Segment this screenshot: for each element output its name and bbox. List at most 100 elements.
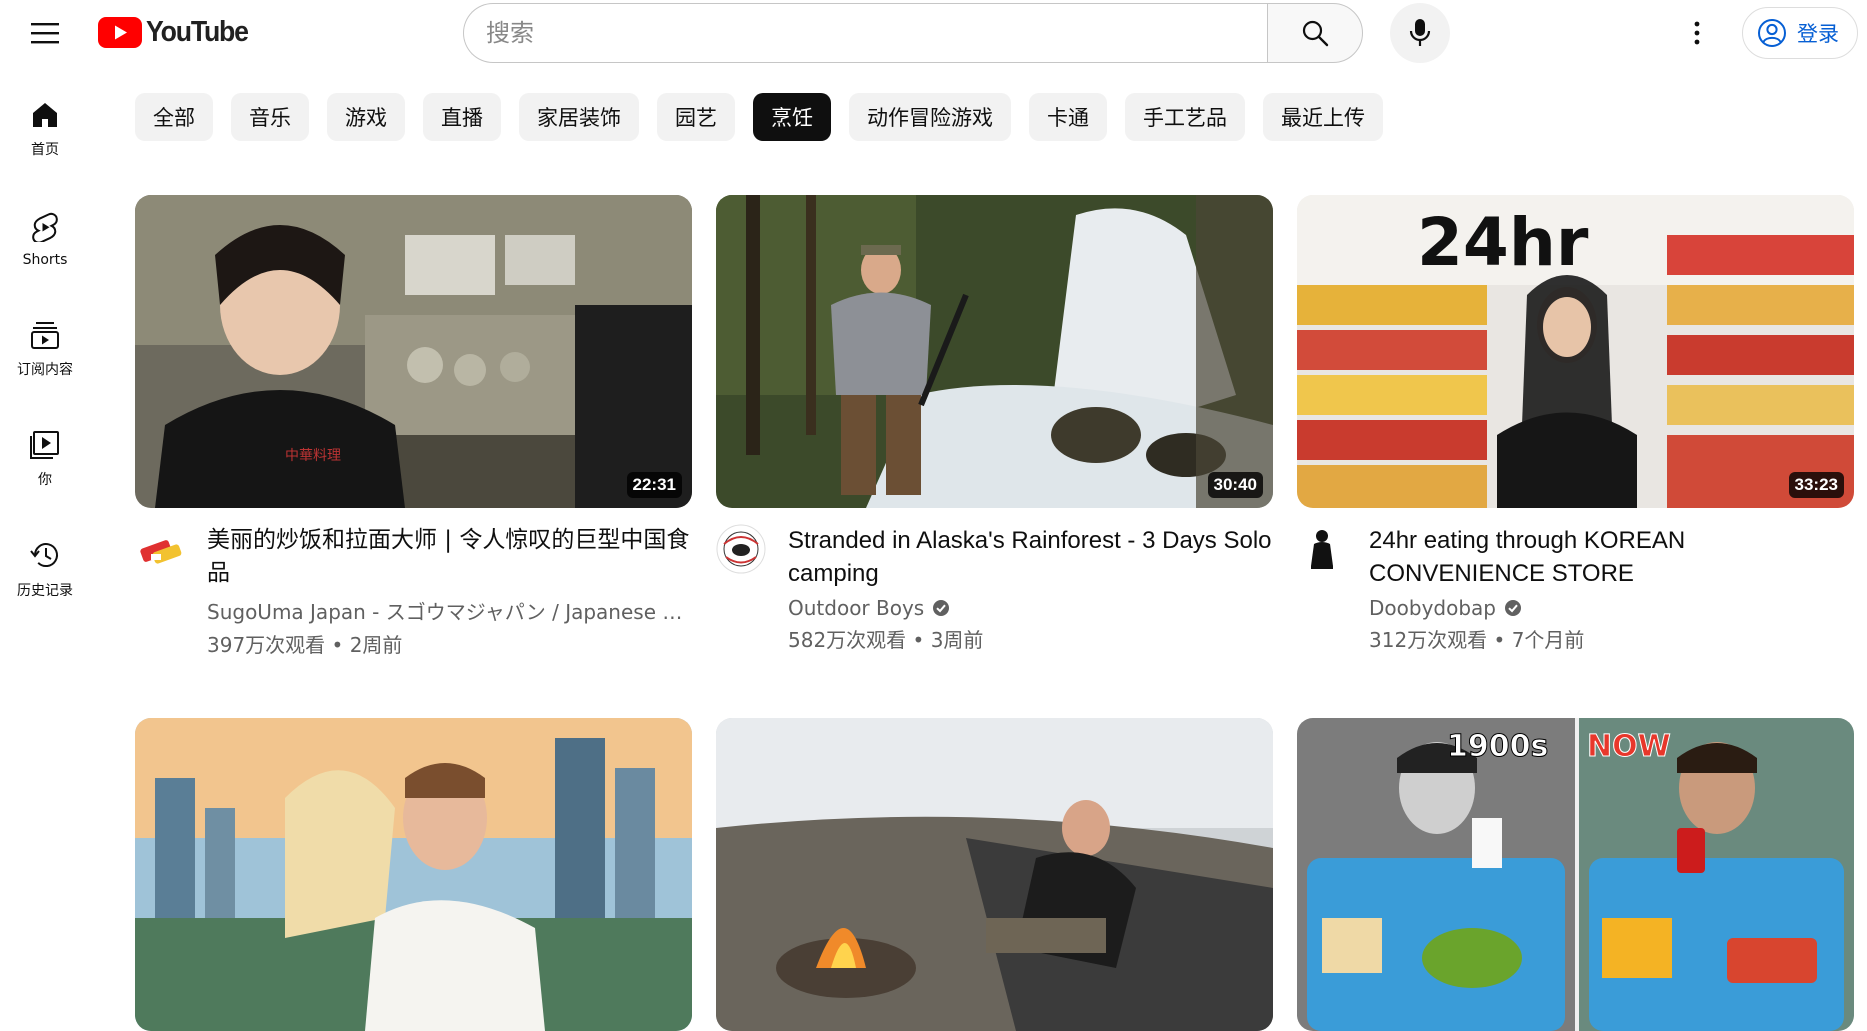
video-card: 24hr 33:23 24hr eating through KOREAN CO…: [1297, 195, 1854, 658]
waterfall-thumbnail-image: [716, 195, 1273, 508]
hamburger-menu-icon: [31, 23, 59, 44]
verified-badge-icon: [1504, 600, 1521, 616]
video-card: [135, 718, 692, 1031]
video-thumbnail[interactable]: 30:40: [716, 195, 1273, 508]
snow-campfire-thumbnail-image: [716, 718, 1273, 1031]
sushi-logo-icon: [140, 540, 182, 564]
video-duration-badge: 33:23: [1788, 472, 1844, 498]
channel-name-text: SugoUma Japan - スゴウマジャパン / Japanese Food…: [207, 600, 692, 624]
city-couple-thumbnail-image: [135, 718, 692, 1031]
stats-separator: •: [331, 633, 344, 657]
doobydobap-logo-icon: [1297, 524, 1347, 574]
channel-name[interactable]: Doobydobap: [1369, 596, 1854, 620]
microphone-icon: [1409, 19, 1431, 46]
kitchen-thumbnail-image: 中華料理: [135, 195, 692, 508]
sidebar-item-history[interactable]: 历史记录: [0, 520, 90, 620]
upload-age: 3周前: [930, 628, 984, 652]
channel-name-text: Doobydobap: [1369, 596, 1496, 620]
thumbnail-overlay-text: NOW: [1587, 729, 1671, 764]
video-card: [716, 718, 1273, 1031]
svg-text:中華料理: 中華料理: [285, 448, 341, 464]
chip-cooking[interactable]: 烹饪: [753, 93, 831, 141]
video-thumbnail[interactable]: 24hr 33:23: [1297, 195, 1854, 508]
stats-separator: •: [912, 628, 925, 652]
chip-live[interactable]: 直播: [423, 93, 501, 141]
search-bar: [463, 3, 1363, 63]
video-thumbnail[interactable]: [716, 718, 1273, 1031]
channel-avatar[interactable]: [1297, 524, 1347, 574]
outdoor-boys-logo-icon: [716, 524, 766, 574]
chip-cartoons[interactable]: 卡通: [1029, 93, 1107, 141]
thumbnail-overlay-text: 24hr: [1417, 204, 1589, 281]
sign-in-button[interactable]: 登录: [1742, 7, 1858, 59]
video-thumbnail[interactable]: 1900s NOW: [1297, 718, 1854, 1031]
home-icon: [33, 103, 57, 127]
video-stats: 582万次观看 • 3周前: [788, 624, 1273, 653]
sidebar-item-home[interactable]: 首页: [0, 80, 90, 180]
upload-age: 7个月前: [1511, 628, 1585, 652]
youtube-play-logo-icon: [98, 16, 142, 48]
channel-avatar[interactable]: [716, 524, 766, 574]
history-icon: [30, 543, 58, 568]
search-button[interactable]: [1267, 3, 1363, 63]
mini-guide-sidebar: 首页 Shorts 订阅内容 你 历史记录: [0, 66, 90, 620]
chip-home-decor[interactable]: 家居装饰: [519, 93, 639, 141]
sign-in-label: 登录: [1797, 22, 1839, 46]
sidebar-item-shorts[interactable]: Shorts: [0, 190, 90, 290]
video-thumbnail[interactable]: 中華料理 22:31: [135, 195, 692, 508]
subscriptions-icon: [31, 322, 59, 349]
sidebar-item-label: 历史记录: [17, 583, 73, 599]
sidebar-item-label: Shorts: [22, 252, 68, 268]
sidebar-item-you[interactable]: 你: [0, 410, 90, 510]
channel-name[interactable]: SugoUma Japan - スゴウマジャパン / Japanese Food…: [207, 596, 692, 625]
sidebar-item-label: 订阅内容: [17, 362, 73, 378]
video-title[interactable]: 美丽的炒饭和拉面大师 | 令人惊叹的巨型中国食品: [207, 524, 692, 590]
view-count: 312万次观看: [1369, 628, 1488, 652]
sidebar-item-label: 你: [38, 472, 52, 488]
convenience-store-thumbnail-image: 24hr: [1297, 195, 1854, 508]
voice-search-button[interactable]: [1390, 3, 1450, 63]
stats-separator: •: [1493, 628, 1506, 652]
channel-name[interactable]: Outdoor Boys: [788, 596, 1273, 620]
channel-avatar[interactable]: [135, 524, 185, 574]
video-stats: 397万次观看 • 2周前: [207, 629, 692, 658]
channel-name-text: Outdoor Boys: [788, 596, 925, 620]
search-icon: [1302, 20, 1329, 47]
upload-age: 2周前: [349, 633, 403, 657]
video-card: 中華料理 22:31 美丽的炒饭和拉面大师 | 令人惊叹的巨型中国食品 Sugo…: [135, 195, 692, 658]
you-icon: [30, 431, 59, 459]
account-circle-icon: [1758, 19, 1786, 47]
school-lunch-thumbnail-image: 1900s NOW: [1297, 718, 1854, 1031]
video-grid: 中華料理 22:31 美丽的炒饭和拉面大师 | 令人惊叹的巨型中国食品 Sugo…: [135, 195, 1854, 1031]
video-card: 30:40 Stranded in Alaska's Rainforest - …: [716, 195, 1273, 658]
sidebar-item-label: 首页: [31, 142, 59, 158]
chip-gardening[interactable]: 园艺: [657, 93, 735, 141]
guide-menu-button[interactable]: [20, 8, 70, 58]
logo-wordmark: YouTube: [146, 15, 249, 48]
video-card: 1900s NOW: [1297, 718, 1854, 1031]
video-stats: 312万次观看 • 7个月前: [1369, 624, 1854, 653]
more-vertical-icon: [1694, 21, 1700, 45]
masthead: YouTube 登录: [0, 0, 1867, 66]
chip-music[interactable]: 音乐: [231, 93, 309, 141]
chip-recently-uploaded[interactable]: 最近上传: [1263, 93, 1383, 141]
video-title[interactable]: Stranded in Alaska's Rainforest - 3 Days…: [788, 524, 1273, 590]
view-count: 582万次观看: [788, 628, 907, 652]
chip-crafts[interactable]: 手工艺品: [1125, 93, 1245, 141]
view-count: 397万次观看: [207, 633, 326, 657]
chip-gaming[interactable]: 游戏: [327, 93, 405, 141]
video-duration-badge: 22:31: [626, 472, 682, 498]
video-duration-badge: 30:40: [1207, 472, 1263, 498]
shorts-icon: [32, 212, 58, 242]
youtube-logo[interactable]: YouTube: [98, 16, 257, 48]
search-input[interactable]: [463, 3, 1267, 63]
settings-more-button[interactable]: [1672, 8, 1722, 58]
sidebar-item-subscriptions[interactable]: 订阅内容: [0, 300, 90, 400]
filter-chip-bar: 全部 音乐 游戏 直播 家居装饰 园艺 烹饪 动作冒险游戏 卡通 手工艺品 最近…: [135, 93, 1383, 141]
verified-badge-icon: [933, 600, 950, 616]
video-title[interactable]: 24hr eating through KOREAN CONVENIENCE S…: [1369, 524, 1854, 590]
thumbnail-overlay-text: 1900s: [1447, 729, 1548, 764]
chip-action-adventure-games[interactable]: 动作冒险游戏: [849, 93, 1011, 141]
chip-all[interactable]: 全部: [135, 93, 213, 141]
video-thumbnail[interactable]: [135, 718, 692, 1031]
